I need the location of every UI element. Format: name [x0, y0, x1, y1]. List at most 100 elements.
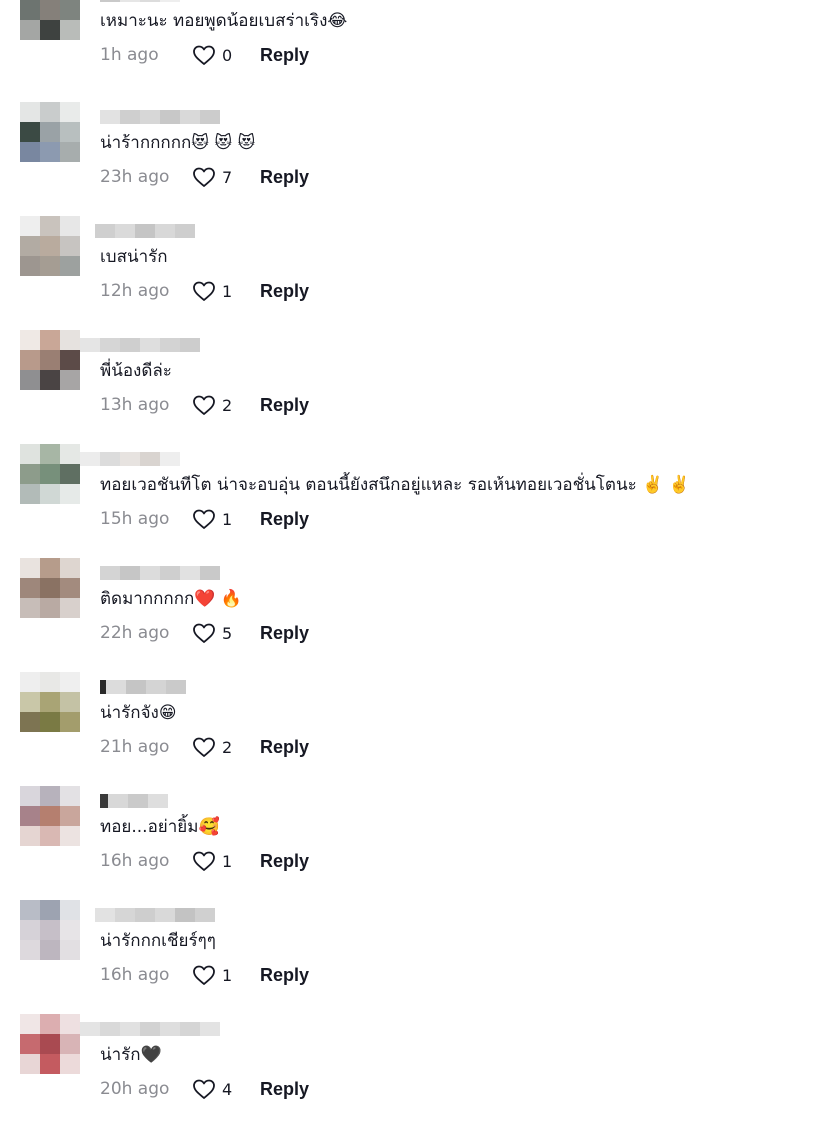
comment-item: ทอย...อย่ายิ้ม🥰 16h ago 1 Reply: [0, 786, 820, 900]
like-button[interactable]: 1: [192, 508, 248, 530]
comment-text: ทอยเวอชันทีโต น่าจะอบอุ่น ตอนนี้ยังสนึกอ…: [100, 475, 690, 495]
reply-button[interactable]: Reply: [260, 395, 309, 416]
like-count: 7: [222, 167, 233, 187]
comment-meta: 12h ago 1 Reply: [100, 280, 309, 302]
heart-outline-icon: [193, 281, 215, 301]
avatar[interactable]: [20, 330, 80, 390]
comment-meta: 23h ago 7 Reply: [100, 166, 309, 188]
like-count: 5: [222, 623, 233, 643]
comment-list: เหมาะนะ ทอยพูดน้อยเบสร่าเริง😂 1h ago 0 R…: [0, 0, 820, 1117]
comment-text: น่ารักจัง😁: [100, 703, 177, 723]
comment-meta: 15h ago 1 Reply: [100, 508, 309, 530]
heart-outline-icon: [193, 623, 215, 643]
heart-outline-icon: [193, 395, 215, 415]
avatar[interactable]: [20, 216, 80, 276]
comment-time: 20h ago: [100, 1079, 170, 1099]
comment-meta: 13h ago 2 Reply: [100, 394, 309, 416]
like-button[interactable]: 2: [192, 736, 248, 758]
like-count: 2: [222, 737, 233, 757]
comment-item: น่ารัก🖤 20h ago 4 Reply: [0, 1014, 820, 1128]
like-button[interactable]: 1: [192, 850, 248, 872]
like-count: 1: [222, 281, 233, 301]
comment-time: 16h ago: [100, 965, 170, 985]
reply-button[interactable]: Reply: [260, 509, 309, 530]
like-count: 2: [222, 395, 233, 415]
username-blurred[interactable]: [80, 452, 180, 466]
comment-time: 13h ago: [100, 395, 170, 415]
like-button[interactable]: 5: [192, 622, 248, 644]
like-count: 1: [222, 851, 233, 871]
avatar[interactable]: [20, 0, 80, 40]
avatar[interactable]: [20, 900, 80, 960]
comment-meta: 1h ago 0 Reply: [100, 44, 309, 66]
comment-time: 22h ago: [100, 623, 170, 643]
reply-button[interactable]: Reply: [260, 45, 309, 66]
comment-time: 21h ago: [100, 737, 170, 757]
avatar[interactable]: [20, 672, 80, 732]
comment-item: เบสน่ารัก 12h ago 1 Reply: [0, 216, 820, 330]
comment-text: เบสน่ารัก: [100, 247, 168, 267]
comment-item: น่ารักกกเชียร์ๆๆ 16h ago 1 Reply: [0, 900, 820, 1014]
comment-meta: 22h ago 5 Reply: [100, 622, 309, 644]
like-count: 1: [222, 965, 233, 985]
heart-outline-icon: [193, 737, 215, 757]
like-count: 1: [222, 509, 233, 529]
reply-button[interactable]: Reply: [260, 737, 309, 758]
like-button[interactable]: 2: [192, 394, 248, 416]
like-button[interactable]: 1: [192, 964, 248, 986]
heart-outline-icon: [193, 965, 215, 985]
username-blurred[interactable]: [100, 110, 220, 124]
heart-outline-icon: [193, 509, 215, 529]
username-blurred[interactable]: [80, 1022, 220, 1036]
reply-button[interactable]: Reply: [260, 1079, 309, 1100]
comment-text: น่าร้ากกกกก😻 😻 😻: [100, 133, 256, 153]
like-button[interactable]: 0: [192, 44, 248, 66]
comment-meta: 16h ago 1 Reply: [100, 964, 309, 986]
username-blurred[interactable]: [80, 338, 200, 352]
heart-outline-icon: [193, 1079, 215, 1099]
comment-meta: 21h ago 2 Reply: [100, 736, 309, 758]
avatar[interactable]: [20, 444, 80, 504]
heart-outline-icon: [193, 45, 215, 65]
comment-item: เหมาะนะ ทอยพูดน้อยเบสร่าเริง😂 1h ago 0 R…: [0, 0, 820, 94]
like-count: 4: [222, 1079, 233, 1099]
comment-meta: 16h ago 1 Reply: [100, 850, 309, 872]
comment-text: พี่น้องดีล่ะ: [100, 361, 172, 381]
comment-time: 15h ago: [100, 509, 170, 529]
comment-time: 23h ago: [100, 167, 170, 187]
comment-item: ติดมากกกกก❤️ 🔥 22h ago 5 Reply: [0, 558, 820, 672]
username-blurred[interactable]: [100, 794, 168, 808]
reply-button[interactable]: Reply: [260, 281, 309, 302]
comment-meta: 20h ago 4 Reply: [100, 1078, 309, 1100]
username-blurred[interactable]: [95, 224, 195, 238]
avatar[interactable]: [20, 102, 80, 162]
heart-outline-icon: [193, 167, 215, 187]
comment-text: ติดมากกกกก❤️ 🔥: [100, 589, 243, 609]
comment-text: เหมาะนะ ทอยพูดน้อยเบสร่าเริง😂: [100, 11, 348, 31]
comment-item: น่ารักจัง😁 21h ago 2 Reply: [0, 672, 820, 786]
like-button[interactable]: 1: [192, 280, 248, 302]
reply-button[interactable]: Reply: [260, 623, 309, 644]
username-blurred[interactable]: [100, 680, 186, 694]
like-button[interactable]: 4: [192, 1078, 248, 1100]
username-blurred[interactable]: [100, 566, 220, 580]
reply-button[interactable]: Reply: [260, 965, 309, 986]
avatar[interactable]: [20, 558, 80, 618]
comment-time: 16h ago: [100, 851, 170, 871]
avatar[interactable]: [20, 1014, 80, 1074]
username-blurred[interactable]: [100, 0, 180, 2]
comment-time: 1h ago: [100, 45, 159, 65]
comment-item: น่าร้ากกกกก😻 😻 😻 23h ago 7 Reply: [0, 102, 820, 216]
comment-time: 12h ago: [100, 281, 170, 301]
like-count: 0: [222, 45, 233, 65]
like-button[interactable]: 7: [192, 166, 248, 188]
avatar[interactable]: [20, 786, 80, 846]
reply-button[interactable]: Reply: [260, 167, 309, 188]
heart-outline-icon: [193, 851, 215, 871]
reply-button[interactable]: Reply: [260, 851, 309, 872]
username-blurred[interactable]: [95, 908, 215, 922]
comment-item: ทอยเวอชันทีโต น่าจะอบอุ่น ตอนนี้ยังสนึกอ…: [0, 444, 820, 558]
comment-item: พี่น้องดีล่ะ 13h ago 2 Reply: [0, 330, 820, 444]
comment-text: น่ารัก🖤: [100, 1045, 162, 1065]
comment-text: น่ารักกกเชียร์ๆๆ: [100, 931, 216, 951]
